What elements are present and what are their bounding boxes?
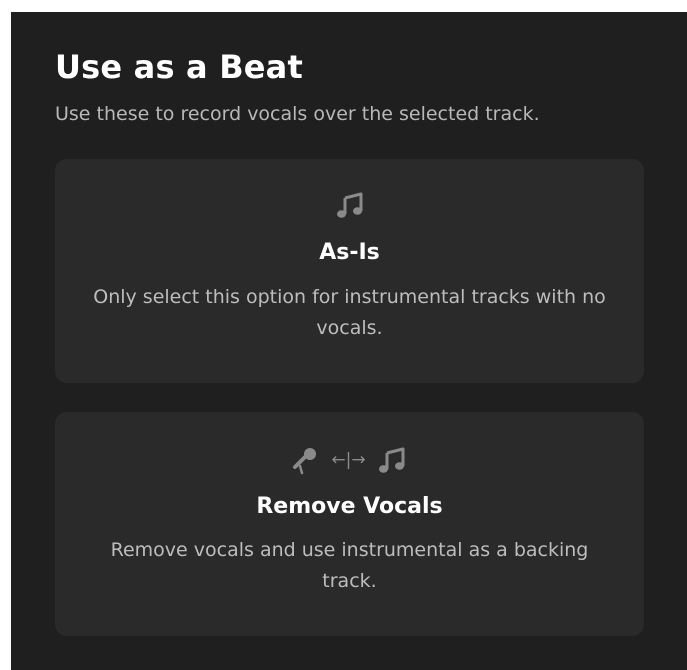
as-is-option-card[interactable]: As-Is Only select this option for instru… (55, 159, 644, 383)
as-is-icon-row (55, 187, 644, 223)
microphone-icon (293, 448, 317, 475)
remove-vocals-icon-row: ←|→ (55, 442, 644, 478)
panel-title: Use as a Beat (55, 48, 303, 86)
swap-arrows-icon: ←|→ (331, 450, 366, 470)
music-note-icon (378, 447, 405, 473)
remove-vocals-title: Remove Vocals (256, 494, 443, 519)
panel-subtitle: Use these to record vocals over the sele… (55, 103, 540, 125)
remove-vocals-description: Remove vocals and use instrumental as a … (110, 539, 589, 592)
as-is-title: As-Is (319, 240, 380, 265)
remove-vocals-option-card[interactable]: ←|→ Remove Vocals Remove vocals and use … (55, 412, 644, 636)
as-is-description: Only select this option for instrumental… (93, 286, 606, 339)
music-note-icon (336, 192, 362, 218)
use-as-beat-panel: Use as a Beat Use these to record vocals… (11, 12, 687, 670)
